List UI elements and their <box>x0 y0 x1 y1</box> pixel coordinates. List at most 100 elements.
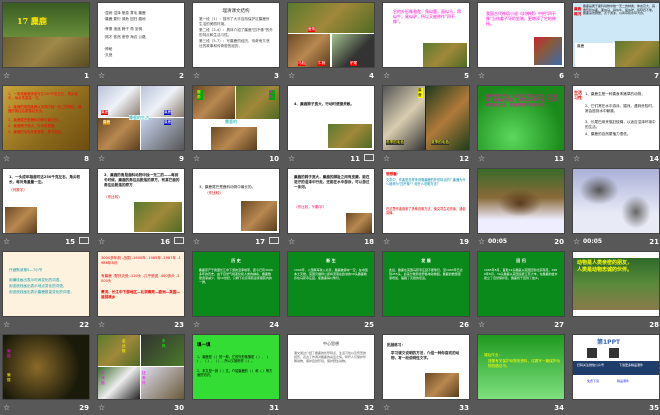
slide-text: 夏季的毛色 <box>431 140 449 145</box>
slide-number: 10 <box>269 155 279 163</box>
slide-thumbnail[interactable]: 第1PPT 扫码关注微信公众号 下载更多精品课件 免费下载 精品课件 <box>573 335 659 399</box>
slide-thumbnail-cell: 1、一般雄麋鹿体型可达250千克左右，角尖较长，每对角重量一左。 2、麋鹿的角是麋… <box>3 86 89 166</box>
transition-star-icon[interactable]: ☆ <box>288 71 295 80</box>
transition-star-icon[interactable]: ☆ <box>383 403 390 412</box>
slide-image <box>141 118 184 150</box>
slide-thumbnail[interactable]: 3000多年前 -战国 -1900年 -1985年 -1987年 -1986年8… <box>98 252 184 316</box>
slide-thumbnail[interactable]: 仔细默读第5—7小节 用横线画出表示时间变化的词语。 用波浪线画出表示地点变化的词语… <box>3 252 89 316</box>
slide-number: 27 <box>554 321 564 329</box>
slide-text: 1900年，八国联军攻入北京，麋鹿被掠夺一空，在中国本土灭绝。英国贝福特公爵将流… <box>294 268 368 280</box>
slide-thumbnail-cell: ☆ 00:05 20 <box>478 169 564 249</box>
transition-star-icon[interactable]: ☆ <box>478 154 485 163</box>
transition-star-icon[interactable]: ☆ <box>193 154 200 163</box>
slide-thumbnail[interactable]: 理清课文结构 第一段（1）：描写了大丰自然保护区麋鹿所生活的美丽环境。 第二段（2-… <box>193 3 279 67</box>
transition-star-icon[interactable]: ☆ <box>383 237 390 246</box>
slide-thumbnail[interactable]: 2、麋鹿的角是鹿科动物中独一无二的——每到冬时候，麋鹿的角往后脱落的原方，有其它… <box>98 169 184 233</box>
transition-star-icon[interactable]: ☆ <box>288 154 295 163</box>
slide-thumbnail[interactable]: 鹿角 鹿角 麋鹿的 <box>193 86 279 150</box>
slide-text: 3、麋鹿尾巴是鹿科动物中最长的。 <box>199 185 256 189</box>
slide-thumbnail-cell: 新 生 1900年，八国联军攻入北京，麋鹿被掠夺一空，在中国本土灭绝。英国贝福特公… <box>288 252 374 332</box>
transition-star-icon[interactable]: ☆ <box>3 154 10 163</box>
slide-thumbnail[interactable]: 鹿角 马脸 牛蹄 驴尾 <box>288 3 374 67</box>
slide-thumbnail[interactable]: 金丝猴 朱鹮 大熊猫 扭角羚 <box>98 335 184 399</box>
slide-thumbnail-cell: 麋鹿的蹄子宽大，麋鹿的脚趾之间有皮腱，能在泥泞的沼泽中行走，还能在水中游泳，可以… <box>288 169 374 249</box>
slide-thumbnail-cell: 回 归 1985年8月，首批22头麋鹿从英国回到北京南苑，1986年8月，39头麋… <box>478 252 564 332</box>
slide-thumbnail[interactable]: 拓展练习： 学习课文说明的方法，介绍一种你喜欢的动物，写一段说明性文字。 <box>383 335 469 399</box>
slide-thumbnail-cell: 中心思想 课文通过介绍了麋鹿的外形特点、生活习性以及传奇的经历，表达了作者对麋鹿的… <box>288 335 374 415</box>
slide-text: 用波浪线画出表示麋鹿数量变化的词语。 <box>9 290 74 294</box>
transition-star-icon[interactable]: ☆ <box>478 320 485 329</box>
transition-star-icon[interactable]: ☆ <box>3 403 10 412</box>
slide-thumbnail[interactable]: 麋鹿的蹄子宽大，麋鹿的脚趾之间有皮腱，能在泥泞的沼泽中行走，还能在水中游泳，可以… <box>288 169 374 233</box>
slide-text: （作比较，列数字） <box>294 205 327 209</box>
slide-text: （列数字） <box>9 188 27 192</box>
slide-text: 在这里作者用到了多种说明方法，使文章生动形象，通俗易懂。 <box>386 207 466 215</box>
slide-image <box>211 127 257 150</box>
slide-text: 文章中，作者是怎样来说明麋鹿的外形特点的？麋鹿为什么被称为"四不像"？用什么说明… <box>386 178 466 186</box>
transition-star-icon[interactable]: ☆ <box>193 71 200 80</box>
slide-thumbnail[interactable] <box>478 169 564 233</box>
slide-thumbnail-cell: 理清课文结构 第一段（1）：描写了大丰自然保护区麋鹿所生活的美丽环境。 第二段（2-… <box>193 3 279 83</box>
slide-number: 5 <box>464 72 469 80</box>
slide-thumbnail[interactable]: 懒猴 懒猴 <box>3 335 89 399</box>
slide-image <box>241 201 277 231</box>
slide-thumbnail[interactable]: 3、麋鹿尾巴是鹿科动物中最长的。 （作比较） <box>193 169 279 233</box>
transition-star-icon[interactable]: ☆ <box>98 237 105 246</box>
transition-star-icon[interactable]: ☆ <box>478 71 485 80</box>
slide-thumbnail[interactable]: 麋鹿的蹄子宽大，能在泥泞中行走自如，擅长游泳。麋鹿喜欢群居，以青草和水草为食，在… <box>478 86 564 150</box>
slide-thumbnail[interactable]: 回 归 1985年8月，首批22头麋鹿从英国回到北京南苑，1986年8月，39头麋… <box>478 252 564 316</box>
slide-text: 麋鹿的 <box>225 119 237 124</box>
slide-thumbnail[interactable]: ·湿润 沼泽 栖息 茸毛 麋鹿 ·麋鹿 繁衍 濒危 回归 腹地 ·摩擦 追逐 蹄子 … <box>98 3 184 67</box>
slide-text: 麋鹿的蹄子宽大，麋鹿的脚趾之间有皮腱，能在泥泞的沼泽中行走，还能在水中游泳，可以… <box>294 175 370 189</box>
transition-star-icon[interactable]: ☆ <box>98 320 105 329</box>
transition-star-icon[interactable]: ☆ <box>383 154 390 163</box>
slide-text: 2、麋鹿的角是麋鹿以动物中独一无二的特征，麋鹿的角往后脱落后长出。 <box>8 105 82 114</box>
transition-star-icon[interactable]: ☆ <box>98 71 105 80</box>
slide-text: 朱鹮 <box>162 339 166 348</box>
transition-star-icon[interactable]: ☆ <box>288 237 295 246</box>
slide-thumbnail-cell: 17 麋鹿 ☆ 1 <box>3 3 89 83</box>
slide-thumbnail[interactable]: 它的外形像骆驼，角似鹿，面似马，蹄似牛，尾似驴，所以又被称作"四不像"。 <box>383 3 469 67</box>
slide-thumbnail[interactable]: 1、一般雄麋鹿体型可达250千克左右，角尖较长，每对角重量一左。 2、麋鹿的角是麋… <box>3 86 89 150</box>
slide-thumbnail[interactable]: 填一填 1、麋鹿是（ ）的一种，它的外形像骆驼（ ）、（ ）、（ ）、（ ），所以… <box>193 335 279 399</box>
slide-text: 懒猴 <box>7 349 11 358</box>
slide-image <box>98 335 140 366</box>
slide-thumbnail[interactable]: 课后作业： 搜集有关保护动物的资料，试着写一篇保护动物的倡议书。 <box>478 335 564 399</box>
slide-thumbnail[interactable]: 冬季的毛色 夏季的毛色 麋鹿 <box>383 86 469 150</box>
slide-thumbnail[interactable]: 新 生 1900年，八国联军攻入北京，麋鹿被掠夺一空，在中国本土灭绝。英国贝福特公… <box>288 252 374 316</box>
slide-text: 发 展 <box>421 258 431 263</box>
transition-star-icon[interactable]: ☆ <box>3 320 10 329</box>
transition-star-icon[interactable]: ☆ <box>383 71 390 80</box>
transition-star-icon[interactable]: ☆ <box>193 320 200 329</box>
slide-thumbnail[interactable]: 发 展此后，麋鹿在英国乌邦寺庄园不断繁衍，至1983年已达到255头，后来分散到… <box>383 252 469 316</box>
slide-thumbnail[interactable]: 生活习性 1、麋鹿生是一种喜食禾嫩草的动物。 2、它们常在水中游泳、嬉戏，遇到危险时… <box>573 86 659 150</box>
slide-thumbnail[interactable]: 历 史麋鹿原产于我国长江中下游的沼泽地带，距今已有3000多年的历史。由于自然气… <box>193 252 279 316</box>
transition-star-icon[interactable]: ☆ <box>193 237 200 246</box>
transition-star-icon[interactable]: ☆ <box>3 71 10 80</box>
slide-thumbnail[interactable]: 1、一头成年雄鹿可达250千克左右，角尖较长，每对角重量一左。 （列数字） <box>3 169 89 233</box>
transition-star-icon[interactable]: ☆ <box>98 154 105 163</box>
slide-thumbnail[interactable]: 17 麋鹿 <box>3 3 89 67</box>
slide-thumbnail[interactable] <box>573 169 659 233</box>
slide-thumbnail[interactable]: 麋鹿 麋鹿 麋鹿的生活 麋鹿 麋鹿 <box>98 86 184 150</box>
slide-number: 11 <box>350 155 360 163</box>
transition-star-icon[interactable]: ☆ <box>573 71 580 80</box>
slide-thumbnail[interactable]: 动物是人类亲密的朋友， 人类是动物忠诚的伙伴。 <box>573 252 659 316</box>
slide-text: 第1PPT <box>597 339 621 346</box>
slide-number: 1 <box>84 72 89 80</box>
transition-star-icon[interactable]: ☆ <box>478 237 485 246</box>
slide-thumbnail[interactable]: 想想看： 文章中，作者是怎样来说明麋鹿的外形特点的？麋鹿为什么被称为"四不像"？用… <box>383 169 469 233</box>
slide-text: 17 麋鹿 <box>17 16 47 26</box>
slide-text: 大熊猫 <box>101 371 105 385</box>
transition-star-icon[interactable]: ☆ <box>3 237 10 246</box>
slide-image <box>141 367 184 399</box>
slide-text: ·摩擦 追逐 蹄子 角 坐骑 <box>104 27 143 31</box>
transition-star-icon[interactable]: ☆ <box>98 403 105 412</box>
slide-number: 30 <box>174 404 184 412</box>
transition-star-icon[interactable]: ☆ <box>573 154 580 163</box>
slide-thumbnail[interactable]: 麋鹿概况 麋鹿是属于鹿科动物中独一无二的种类，体态高大，其角形状似鹿，面似马，蹄似… <box>573 3 659 67</box>
slide-thumbnail[interactable]: 我国古代神话小说《封神榜》中把"四不像"当作姜子牙的坐骑，更增添了它的神秘。 <box>478 3 564 67</box>
transition-star-icon[interactable]: ☆ <box>573 237 580 246</box>
slide-thumbnail[interactable]: 中心思想 课文通过介绍了麋鹿的外形特点、生活习性以及传奇的经历，表达了作者对麋鹿的… <box>288 335 374 399</box>
slide-thumbnail[interactable]: 4、麋鹿蹄子宽大，行动时便捷灵敏。 <box>288 86 374 150</box>
